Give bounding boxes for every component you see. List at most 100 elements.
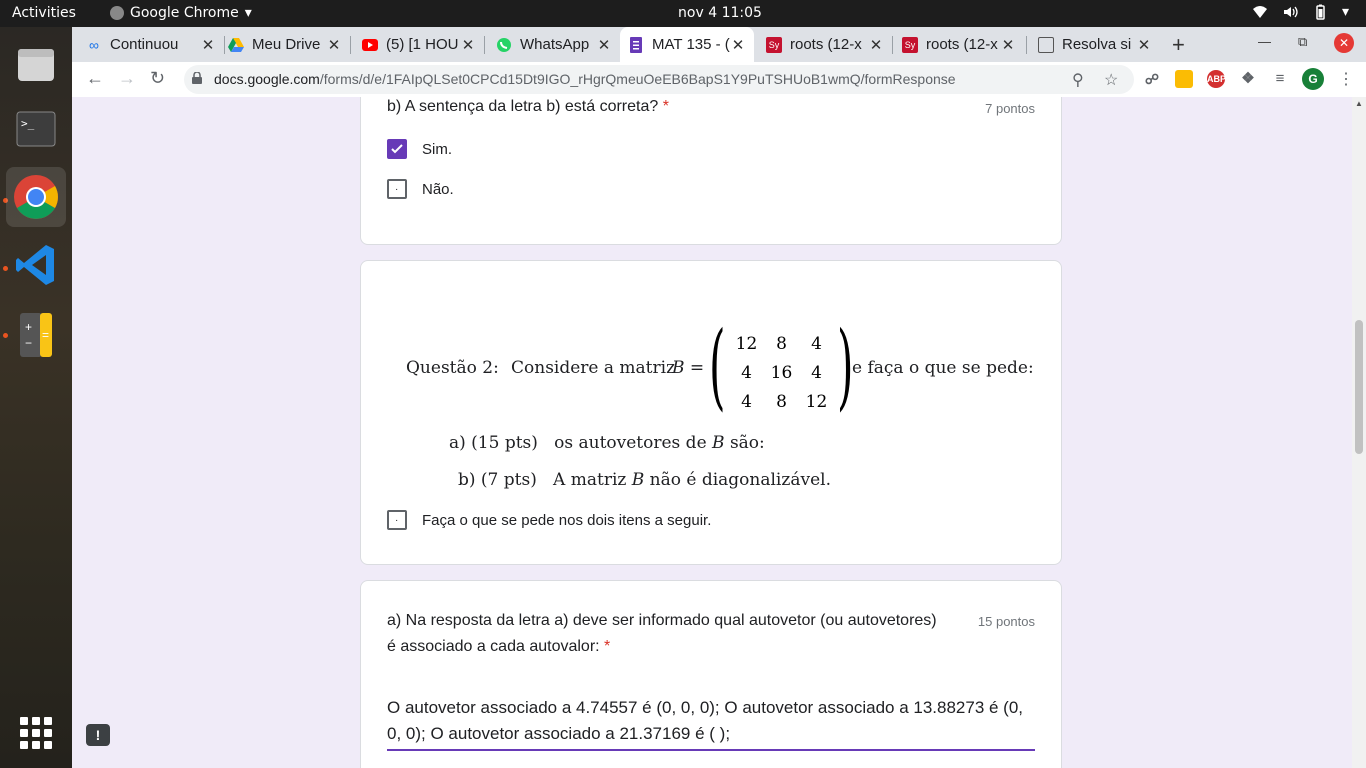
answer-textarea[interactable]: O autovetor associado a 4.74557 é (0, 0,… [387, 695, 1035, 751]
shield-extension-icon[interactable]: ☍ [1143, 70, 1161, 88]
puzzle-extensions-icon[interactable]: ❖ [1239, 70, 1257, 88]
dock-vscode[interactable] [6, 235, 66, 295]
close-tab-icon[interactable]: ✕ [460, 36, 476, 54]
matrix-table: 12 8 4 4 16 4 4 8 12 [729, 329, 834, 416]
tab-separator [484, 36, 485, 54]
checkbox-unchecked[interactable]: · [387, 510, 407, 530]
scrollbar-thumb[interactable] [1355, 320, 1363, 454]
close-window-icon[interactable]: ✕ [1334, 33, 1354, 53]
checkbox-checked[interactable] [387, 139, 407, 159]
profile-avatar[interactable]: G [1302, 68, 1324, 90]
option-nao[interactable]: · Não. [387, 179, 454, 199]
tab-meu-drive[interactable]: Meu Drive ✕ [228, 27, 342, 62]
files-icon [18, 49, 54, 81]
close-tab-icon[interactable]: ✕ [868, 36, 884, 54]
scroll-up-icon[interactable]: ▲ [1355, 99, 1363, 108]
points-label: 7 pontos [985, 101, 1035, 116]
dock-calculator[interactable]: + − = [6, 303, 66, 363]
address-bar[interactable]: docs.google.com/forms/d/e/1FAIpQLSet0CPC… [184, 65, 1134, 94]
option-sim[interactable]: Sim. [387, 139, 452, 159]
forward-icon[interactable]: → [118, 68, 136, 89]
media-controls-icon[interactable]: ≡ [1271, 70, 1289, 88]
check-icon [391, 144, 403, 154]
chrome-icon [14, 175, 58, 219]
question-image: Questão 2: Considere a matriz B = ( 12 8 4… [361, 261, 1061, 501]
power-menu-icon: ▾ [1342, 4, 1350, 20]
close-tab-icon[interactable]: ✕ [1000, 36, 1016, 54]
matrix-name: B = [672, 358, 705, 378]
adblock-icon[interactable]: ABP [1207, 70, 1226, 88]
symbolab-favicon-icon: Sy [902, 36, 918, 53]
tab-title: Continuou [110, 36, 179, 53]
tab-title: roots (12-x [926, 36, 998, 53]
checkbox-unchecked[interactable]: · [387, 179, 407, 199]
close-tab-icon[interactable]: ✕ [596, 36, 612, 54]
new-tab-icon[interactable]: + [1172, 32, 1185, 58]
matrix-cell: 12 [735, 333, 758, 354]
svg-text:−: − [25, 336, 32, 350]
clock[interactable]: nov 4 11:05 [0, 5, 1366, 21]
whatsapp-favicon-icon [496, 37, 512, 53]
tab-symbolab-1[interactable]: Sy roots (12-x ✕ [766, 27, 884, 62]
question-title-text: b) A sentença da letra b) está correta? [387, 98, 659, 115]
tab-whatsapp[interactable]: WhatsApp ✕ [496, 27, 612, 62]
question-card-b: b) A sentença da letra b) está correta? … [360, 97, 1062, 245]
minimize-icon[interactable]: — [1258, 34, 1271, 49]
close-tab-icon[interactable]: ✕ [1136, 36, 1152, 54]
tab-mat135[interactable]: MAT 135 - ( ✕ [620, 27, 754, 62]
dock: >_ + − = [0, 27, 72, 768]
symbolab-favicon-icon: Sy [766, 36, 782, 53]
tab-strip: ∞ Continuou ✕ Meu Drive ✕ (5) [1 HOU ✕ W… [72, 27, 1366, 62]
option-faca[interactable]: · Faça o que se pede nos dois itens a se… [387, 510, 711, 530]
feedback-icon[interactable]: ! [86, 724, 110, 746]
tab-symbolab-2[interactable]: Sy roots (12-x ✕ [902, 27, 1016, 62]
tab-separator [1026, 36, 1027, 54]
question-title: a) Na resposta da letra a) deve ser info… [387, 608, 947, 660]
back-icon[interactable]: ← [86, 68, 104, 89]
tab-title: Meu Drive [252, 36, 321, 53]
question-card-2: Questão 2: Considere a matriz B = ( 12 8 4… [360, 260, 1062, 565]
terminal-icon: >_ [16, 111, 56, 147]
dock-terminal[interactable]: >_ [6, 99, 66, 159]
tab-title: roots (12-x [790, 36, 862, 53]
question-number: Questão 2: [406, 358, 499, 378]
dock-chrome[interactable] [6, 167, 66, 227]
gnome-top-bar: Activities Google Chrome ▾ nov 4 11:05 ▾ [0, 0, 1366, 27]
grid-favicon-icon [1038, 36, 1054, 53]
reload-icon[interactable]: ↻ [150, 68, 165, 89]
form-page: b) A sentença da letra b) está correta? … [72, 97, 1352, 768]
zoom-icon[interactable]: ⚲ [1072, 70, 1084, 90]
colored-extension-icon[interactable] [1175, 70, 1193, 88]
close-tab-icon[interactable]: ✕ [200, 36, 216, 54]
vscode-icon [16, 245, 54, 285]
left-paren: ( [709, 312, 726, 421]
matrix-cell: 12 [805, 391, 828, 412]
link-favicon-icon: ∞ [89, 36, 99, 53]
matrix-cell: 4 [741, 362, 752, 383]
tab-separator [892, 36, 893, 54]
bookmark-star-icon[interactable]: ☆ [1104, 70, 1118, 90]
question-title: b) A sentença da letra b) está correta? … [387, 97, 669, 120]
close-tab-icon[interactable]: ✕ [730, 36, 746, 54]
option-label: Não. [422, 180, 454, 198]
tab-continuous[interactable]: ∞ Continuou ✕ [86, 27, 216, 62]
dock-files[interactable] [6, 35, 66, 95]
close-tab-icon[interactable]: ✕ [326, 36, 342, 54]
required-asterisk: * [604, 638, 611, 655]
tab-youtube[interactable]: (5) [1 HOU ✕ [362, 27, 476, 62]
wifi-icon [1252, 4, 1268, 20]
lock-icon [192, 72, 202, 84]
matrix-cell: 16 [770, 362, 793, 383]
page-scrollbar[interactable]: ▲ [1352, 97, 1366, 768]
statement-end: e faça o que se pede: [852, 358, 1034, 378]
matrix-cell: 8 [776, 333, 787, 354]
system-tray[interactable]: ▾ [1252, 4, 1352, 20]
tab-title: MAT 135 - ( [652, 36, 730, 53]
required-asterisk: * [662, 98, 669, 115]
tab-separator [224, 36, 225, 54]
restore-icon[interactable]: ⧉ [1298, 34, 1307, 50]
tab-resolva[interactable]: Resolva si ✕ [1038, 27, 1152, 62]
option-label: Faça o que se pede nos dois itens a segu… [422, 511, 712, 529]
show-applications-icon[interactable] [20, 717, 52, 749]
kebab-menu-icon[interactable]: ⋮ [1338, 69, 1354, 89]
